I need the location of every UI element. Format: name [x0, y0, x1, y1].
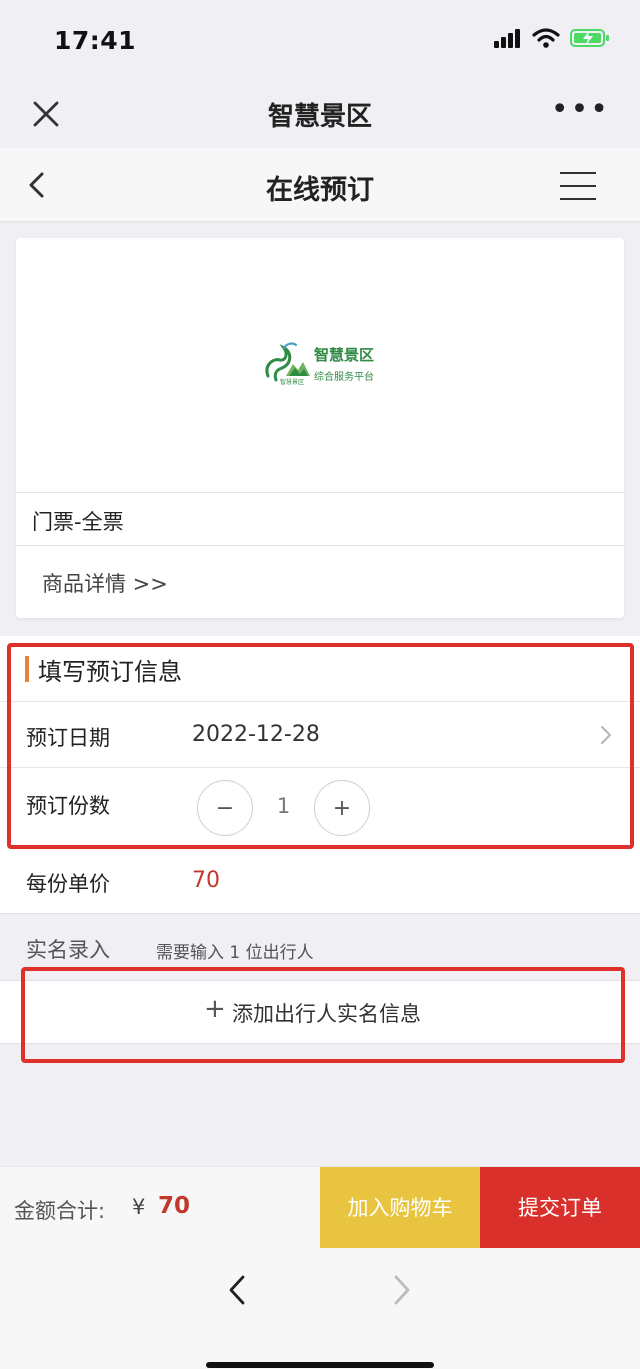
- section-header: 填写预订信息: [0, 636, 640, 702]
- status-time: 17:41: [54, 26, 137, 55]
- add-traveler-label: 添加出行人实名信息: [232, 1002, 421, 1026]
- product-detail-link[interactable]: 商品详情 >>: [42, 568, 168, 598]
- booking-form: 填写预订信息 预订日期 2022-12-28 预订份数 − 1 + 每份单价 7…: [0, 636, 640, 914]
- divider: [16, 545, 624, 546]
- currency-symbol: ¥: [132, 1195, 146, 1219]
- product-name: 门票-全票: [32, 510, 124, 534]
- browser-back-icon[interactable]: [225, 1273, 249, 1307]
- page-title: 在线预订: [266, 175, 374, 206]
- unit-price-value: 70: [192, 868, 220, 893]
- chevron-right-icon: [601, 726, 612, 744]
- more-icon[interactable]: •••: [551, 95, 610, 125]
- plus-icon: +: [204, 994, 226, 1024]
- total-label: 金额合计:: [14, 1199, 106, 1223]
- unit-price-label: 每份单价: [26, 872, 110, 896]
- logo-subtitle: 综合服务平台: [314, 372, 374, 383]
- quantity-increment-button[interactable]: +: [314, 780, 370, 836]
- scenic-logo: 智慧景区 智慧景区 综合服务平台: [262, 336, 392, 394]
- submit-order-button[interactable]: 提交订单: [480, 1167, 640, 1249]
- home-indicator: [206, 1362, 434, 1368]
- signal-icon: [494, 29, 520, 48]
- hamburger-menu-icon[interactable]: [560, 172, 596, 200]
- add-traveler-button[interactable]: + 添加出行人实名信息: [0, 980, 640, 1044]
- checkout-bar: 金额合计: ¥ 70 加入购物车 提交订单: [0, 1166, 640, 1249]
- wifi-icon: [532, 28, 560, 48]
- quantity-decrement-button[interactable]: −: [197, 780, 253, 836]
- wechat-nav-bar: 智慧景区 •••: [0, 80, 640, 148]
- unit-price-row: 每份单价 70: [0, 844, 640, 914]
- section-title: 填写预订信息: [38, 658, 182, 686]
- browser-toolbar: [0, 1248, 640, 1369]
- app-header: 在线预订: [0, 148, 640, 222]
- booking-date-value[interactable]: 2022-12-28: [192, 722, 320, 747]
- status-bar: 17:41: [0, 0, 640, 80]
- status-icons: [494, 28, 610, 48]
- total-value: 70: [158, 1193, 191, 1219]
- logo-name: 智慧景区: [314, 346, 375, 364]
- logo-small-text: 智慧景区: [280, 379, 305, 386]
- product-image: 智慧景区 智慧景区 综合服务平台: [16, 238, 624, 493]
- realname-label: 实名录入: [26, 938, 110, 962]
- wechat-page-title: 智慧景区: [267, 102, 372, 132]
- booking-quantity-label: 预订份数: [26, 794, 110, 818]
- realname-hint: 需要输入 1 位出行人: [156, 943, 314, 963]
- battery-charging-icon: [570, 29, 609, 47]
- section-accent-bar: [25, 656, 29, 682]
- realname-header: 实名录入 需要输入 1 位出行人: [0, 914, 640, 978]
- booking-date-row[interactable]: 预订日期 2022-12-28: [0, 702, 640, 768]
- booking-quantity-row: 预订份数 − 1 +: [0, 768, 640, 844]
- quantity-value: 1: [276, 794, 291, 818]
- add-to-cart-button[interactable]: 加入购物车: [320, 1167, 480, 1249]
- booking-date-label: 预订日期: [26, 726, 110, 750]
- product-card: 智慧景区 智慧景区 综合服务平台 门票-全票 商品详情 >>: [16, 238, 624, 618]
- browser-forward-icon[interactable]: [390, 1273, 414, 1307]
